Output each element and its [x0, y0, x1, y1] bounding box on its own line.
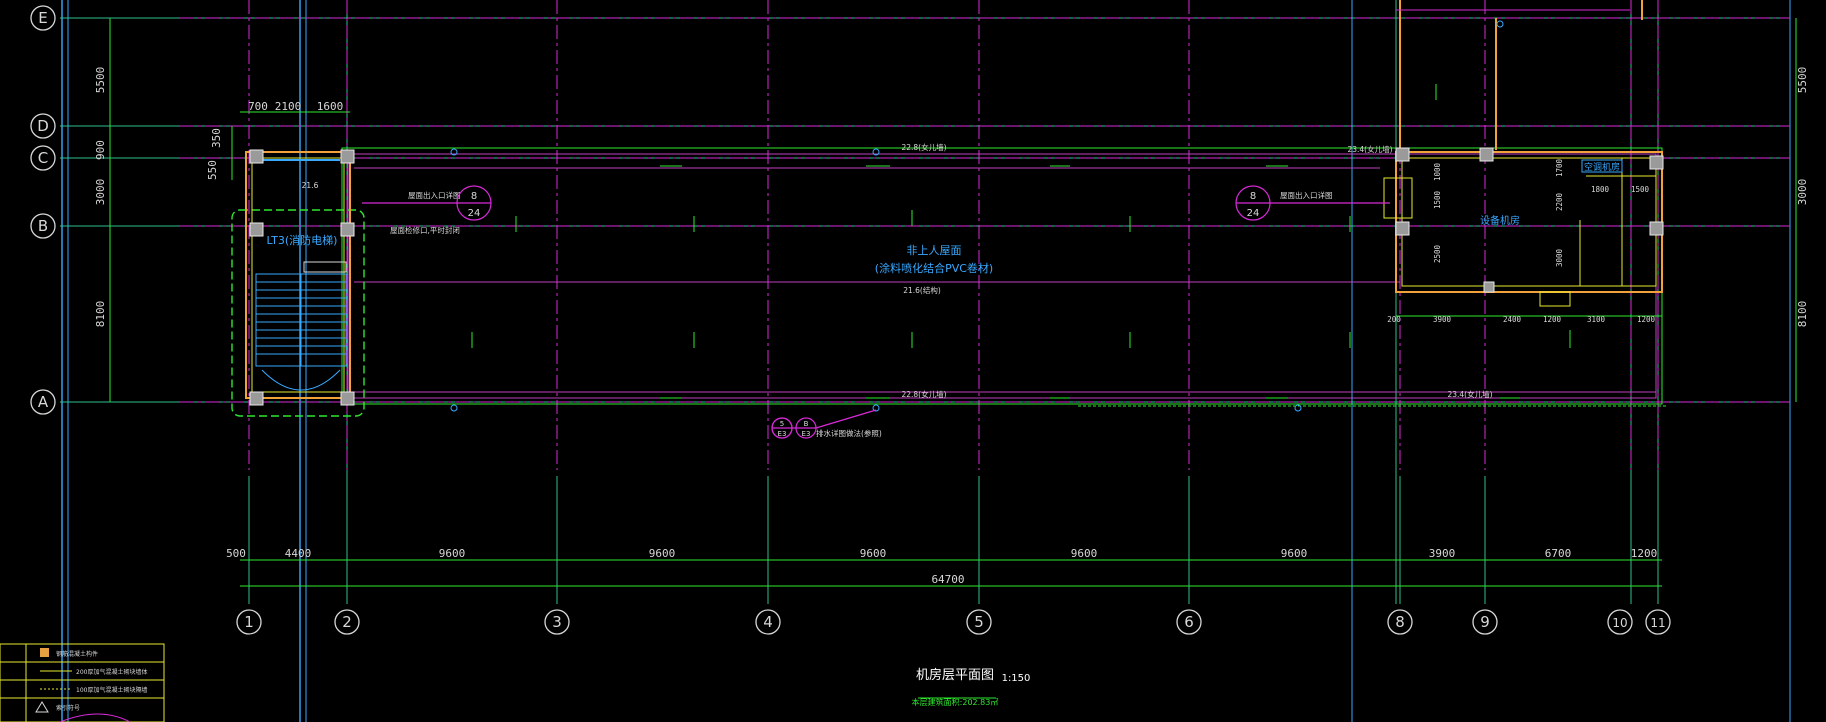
- note-right: 屋面出入口详图: [1280, 190, 1333, 200]
- column-grid-dashes: [248, 0, 1659, 470]
- dim-bottom-9600-a: 9600: [439, 547, 466, 560]
- eq-dim-2400: 2400: [1503, 315, 1522, 324]
- dim-bottom-9600-b: 9600: [649, 547, 676, 560]
- dim-right-8100: 8100: [1796, 301, 1809, 328]
- dim-bottom-9600-c: 9600: [860, 547, 887, 560]
- col-axis-label-5: 5: [974, 613, 984, 631]
- dim-left-900: 900: [94, 140, 107, 160]
- dim-bottom-3900: 3900: [1429, 547, 1456, 560]
- elev-bot2: 23.4(女儿墙): [1447, 389, 1492, 399]
- column-axis-bubbles: [236, 609, 1671, 635]
- eq-dim-1200b: 1200: [1637, 315, 1656, 324]
- row-axis-label-e: E: [38, 9, 47, 27]
- eq-dim-1200a: 1200: [1543, 315, 1562, 324]
- dim-top-1600: 1600: [317, 100, 344, 113]
- ac-room-label: 空调机房: [1584, 161, 1620, 173]
- room-v-1700: 1700: [1555, 158, 1564, 177]
- col-axis-label-6: 6: [1184, 613, 1194, 631]
- legend-item-3: 100厚加气混凝土砌块隔墙: [76, 686, 147, 694]
- index-right-bottom: 24: [1247, 208, 1260, 219]
- dim-bottom-9600-e: 9600: [1281, 547, 1308, 560]
- elev-bot1: 22.8(女儿墙): [901, 389, 946, 399]
- index-left-top: 8: [471, 191, 477, 202]
- drawing-scale: 1:150: [1002, 673, 1031, 684]
- sheet-ref-3: B: [804, 420, 809, 428]
- legend-item-1: 钢筋混凝土构件: [56, 650, 98, 658]
- col-axis-label-9: 9: [1480, 613, 1490, 631]
- room-dim-1800: 1800: [1591, 185, 1610, 194]
- eq-dim-200: 200: [1387, 315, 1401, 324]
- roof-main-label: 非上人屋面: [907, 244, 962, 257]
- dim-right-3000: 3000: [1796, 179, 1809, 206]
- stair-core: [231, 151, 365, 417]
- elev-top1: 22.8(女儿墙): [901, 142, 946, 152]
- structural-columns: [249, 147, 1664, 406]
- elev-mid: 21.6(结构): [903, 285, 941, 295]
- dim-left-5500: 5500: [94, 67, 107, 94]
- elev-stair: 21.6: [302, 181, 319, 190]
- sheet-ref-1: 5: [780, 420, 784, 428]
- room-v-2200: 2200: [1555, 192, 1564, 211]
- col-axis-label-1: 1: [244, 613, 254, 631]
- dim-left-350: 350: [210, 128, 223, 148]
- elev-top2: 23.4(女儿墙): [1347, 144, 1392, 154]
- index-left-bottom: 24: [468, 208, 481, 219]
- roof-outline: [341, 147, 1666, 407]
- legend-item-2: 200厚加气混凝土砌块墙体: [76, 668, 147, 676]
- room-v-2500: 2500: [1433, 244, 1442, 263]
- floor-plan-drawing: E D C B A 1 2 3 4 5 6 8 9 10 11 5500 900…: [0, 0, 1809, 722]
- room-v-1500: 1500: [1433, 190, 1442, 209]
- row-axis-bubbles: [30, 5, 56, 415]
- dim-bottom-4400: 4400: [285, 547, 312, 560]
- drawing-title: 机房层平面图: [916, 667, 994, 683]
- elevator-label: LT3(消防电梯): [267, 233, 338, 247]
- dim-bottom-500: 500: [226, 547, 246, 560]
- row-axis-label-d: D: [37, 117, 49, 135]
- room-v-1000: 1000: [1433, 162, 1442, 181]
- dim-left-550: 550: [206, 160, 219, 180]
- note-left-1: 屋面检修口,平时封闭: [390, 225, 460, 235]
- note-left-2: 屋面出入口详图: [408, 190, 461, 200]
- dim-total: 64700: [931, 573, 964, 586]
- dim-bottom-9600-d: 9600: [1071, 547, 1098, 560]
- col-axis-label-3: 3: [552, 613, 562, 631]
- dimension-lines: [109, 18, 1797, 587]
- col-axis-label-8: 8: [1395, 613, 1405, 631]
- row-grid-dashes: [180, 17, 1790, 403]
- detail-note: 排水详图做法(参照): [816, 428, 882, 438]
- dim-bottom-6700: 6700: [1545, 547, 1572, 560]
- eq-dim-3100: 3100: [1587, 315, 1606, 324]
- row-axis-label-c: C: [38, 149, 48, 167]
- room-v-3000: 3000: [1555, 248, 1564, 267]
- equipment-room-label: 设备机房: [1480, 214, 1520, 227]
- column-axis-lines: [248, 0, 1659, 604]
- dim-top-2100: 2100: [275, 100, 302, 113]
- col-axis-label-4: 4: [763, 613, 773, 631]
- legend-item-4: 索引符号: [56, 704, 80, 712]
- dim-right-5500: 5500: [1796, 67, 1809, 94]
- room-dim-1500: 1500: [1631, 185, 1650, 194]
- col-axis-label-11: 11: [1650, 616, 1665, 630]
- legend-swatch-concrete: [40, 648, 49, 657]
- sheet-ref-2: E3: [778, 430, 787, 438]
- equipment-room: [1383, 0, 1663, 307]
- dim-left-3000: 3000: [94, 179, 107, 206]
- col-axis-label-10: 10: [1612, 616, 1627, 630]
- dim-top-700: 700: [248, 100, 268, 113]
- row-axis-label-b: B: [38, 217, 48, 235]
- index-right-top: 8: [1250, 191, 1256, 202]
- dim-bottom-1200: 1200: [1631, 547, 1658, 560]
- roof-sub-label: (涂料喷化结合PVC卷材): [875, 261, 993, 275]
- dim-left-8100: 8100: [94, 301, 107, 328]
- col-axis-label-2: 2: [342, 613, 352, 631]
- eq-dim-3900: 3900: [1433, 315, 1452, 324]
- row-axis-label-a: A: [38, 393, 49, 411]
- sheet-ref-4: E3: [802, 430, 811, 438]
